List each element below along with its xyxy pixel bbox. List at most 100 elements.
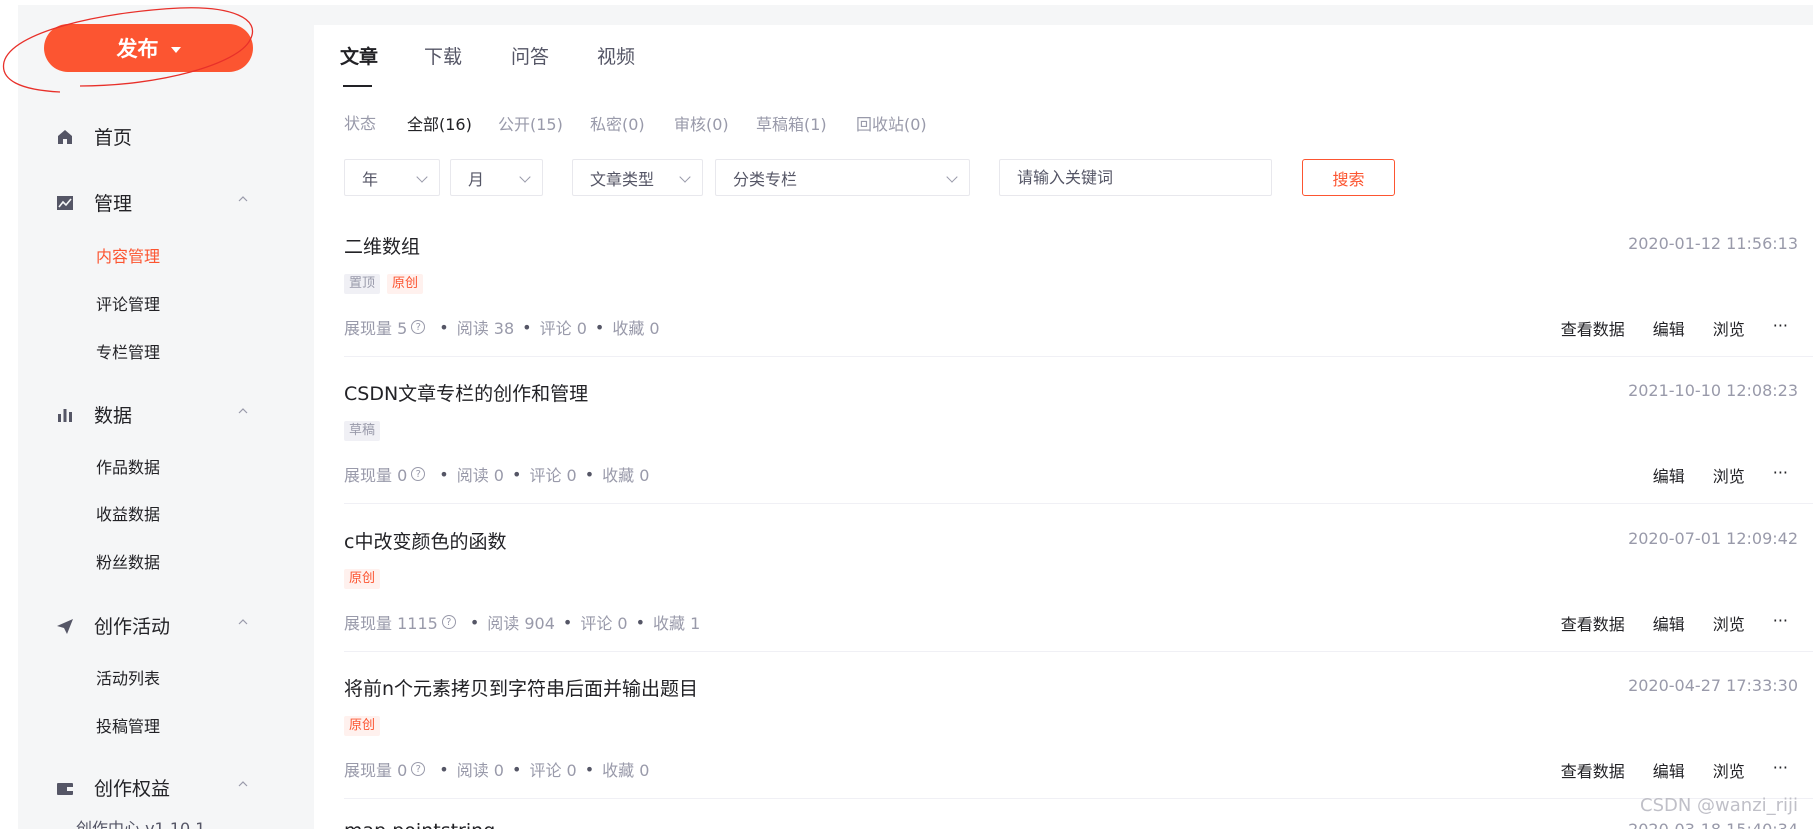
help-icon[interactable]: ? bbox=[411, 320, 426, 334]
chevron-down-icon bbox=[946, 171, 958, 183]
separator-dot: • bbox=[512, 464, 522, 484]
status-drafts[interactable]: 草稿箱(1) bbox=[756, 111, 827, 135]
chevron-up-icon[interactable] bbox=[237, 616, 249, 628]
search-button[interactable]: 搜索 bbox=[1302, 159, 1395, 196]
view-data-button[interactable]: 查看数据 bbox=[1561, 758, 1625, 782]
separator-dot: • bbox=[584, 759, 595, 779]
article-date: 2021-10-10 12:08:23 bbox=[1628, 381, 1798, 400]
tab-qa[interactable]: 问答 bbox=[511, 42, 549, 69]
browse-button[interactable]: 浏览 bbox=[1713, 611, 1745, 635]
sidebar-item-content-manage[interactable]: 内容管理 bbox=[96, 243, 160, 267]
view-data-button[interactable]: 查看数据 bbox=[1561, 611, 1625, 635]
status-label: 状态 bbox=[344, 114, 377, 133]
publish-button[interactable]: 发布 bbox=[44, 24, 253, 72]
browse-button[interactable]: 浏览 bbox=[1713, 758, 1745, 782]
sidebar-item-work-data[interactable]: 作品数据 bbox=[96, 454, 160, 478]
sidebar-item-label: 创作权益 bbox=[94, 778, 171, 800]
year-select-value: 年 bbox=[362, 169, 379, 189]
column-select[interactable]: 分类专栏 bbox=[715, 159, 970, 196]
sidebar-item-comment-manage[interactable]: 评论管理 bbox=[96, 291, 160, 315]
chevron-up-icon[interactable] bbox=[237, 193, 249, 205]
sidebar-group-manage[interactable]: 管理 bbox=[54, 189, 254, 216]
help-icon[interactable]: ? bbox=[441, 615, 456, 629]
article-row: c中改变颜色的函数 2020-07-01 12:09:42 原创 展现量 111… bbox=[344, 527, 1813, 675]
edit-button[interactable]: 编辑 bbox=[1653, 611, 1685, 635]
row-divider bbox=[344, 503, 1813, 504]
article-date-partial: 2020-03-18 15:40:34 bbox=[1628, 820, 1798, 829]
publish-label: 发布 bbox=[116, 38, 159, 61]
browse-button[interactable]: 浏览 bbox=[1713, 316, 1745, 340]
reads: 阅读 0 bbox=[456, 466, 504, 485]
column-select-value: 分类专栏 bbox=[733, 169, 798, 189]
article-actions: 查看数据 编辑 浏览 ··· bbox=[1561, 758, 1788, 782]
sidebar-item-home[interactable]: 首页 bbox=[54, 123, 254, 150]
favorites: 收藏 1 bbox=[653, 614, 701, 633]
sidebar-item-income-data[interactable]: 收益数据 bbox=[96, 501, 160, 525]
article-type-select[interactable]: 文章类型 bbox=[572, 159, 703, 196]
year-select[interactable]: 年 bbox=[344, 159, 440, 196]
sidebar-item-label: 管理 bbox=[94, 193, 133, 215]
tag-original: 原创 bbox=[344, 569, 381, 589]
status-all[interactable]: 全部(16) bbox=[407, 111, 472, 135]
separator-dot: • bbox=[635, 612, 646, 632]
article-row: CSDN文章专栏的创作和管理 2021-10-10 12:08:23 草稿 展现… bbox=[344, 379, 1813, 527]
tab-article[interactable]: 文章 bbox=[340, 42, 378, 69]
keyword-search-input[interactable] bbox=[999, 159, 1272, 196]
more-icon[interactable]: ··· bbox=[1773, 463, 1788, 487]
separator-dot: • bbox=[594, 317, 605, 337]
status-public[interactable]: 公开(15) bbox=[498, 111, 563, 135]
tab-video[interactable]: 视频 bbox=[597, 42, 635, 69]
article-title-partial[interactable]: map pointstring bbox=[344, 820, 495, 829]
more-icon[interactable]: ··· bbox=[1773, 758, 1788, 782]
edit-button[interactable]: 编辑 bbox=[1653, 758, 1685, 782]
comments: 评论 0 bbox=[529, 761, 577, 780]
article-tags: 原创 bbox=[344, 569, 381, 589]
status-private[interactable]: 私密(0) bbox=[590, 111, 645, 135]
month-select[interactable]: 月 bbox=[450, 159, 543, 196]
sidebar-item-column-manage[interactable]: 专栏管理 bbox=[96, 339, 160, 363]
edit-button[interactable]: 编辑 bbox=[1653, 463, 1685, 487]
sidebar-item-fans-data[interactable]: 粉丝数据 bbox=[96, 549, 160, 573]
sidebar-item-label: 创作活动 bbox=[94, 616, 171, 638]
sidebar-item-activity-list[interactable]: 活动列表 bbox=[96, 665, 160, 689]
tag-original: 原创 bbox=[344, 716, 381, 736]
favorites: 收藏 0 bbox=[602, 761, 650, 780]
edit-button[interactable]: 编辑 bbox=[1653, 316, 1685, 340]
help-icon[interactable]: ? bbox=[411, 467, 426, 481]
separator-dot: • bbox=[584, 464, 595, 484]
chevron-down-icon bbox=[679, 171, 691, 183]
comments: 评论 0 bbox=[539, 319, 587, 338]
month-select-value: 月 bbox=[468, 169, 485, 189]
sidebar-item-submission-manage[interactable]: 投稿管理 bbox=[96, 713, 160, 737]
article-title[interactable]: c中改变颜色的函数 bbox=[344, 527, 506, 554]
chevron-down-icon bbox=[519, 171, 531, 183]
sidebar-group-rights[interactable]: 创作权益 bbox=[54, 774, 254, 801]
article-title[interactable]: 将前n个元素拷贝到字符串后面并输出题目 bbox=[344, 674, 698, 701]
separator-dot: • bbox=[469, 612, 480, 632]
help-icon[interactable]: ? bbox=[411, 762, 426, 776]
more-icon[interactable]: ··· bbox=[1773, 316, 1788, 340]
article-date: 2020-04-27 17:33:30 bbox=[1628, 676, 1798, 695]
separator-dot: • bbox=[512, 759, 522, 779]
top-strip bbox=[314, 5, 1813, 25]
version-label: 创作中心 v1.10.1 bbox=[76, 819, 206, 829]
article-row: 二维数组 2020-01-12 11:56:13 置顶 原创 展现量 5 ? •… bbox=[344, 232, 1813, 380]
chevron-down-icon bbox=[416, 171, 428, 183]
tab-download[interactable]: 下载 bbox=[424, 42, 462, 69]
chevron-up-icon[interactable] bbox=[237, 778, 249, 790]
status-review[interactable]: 审核(0) bbox=[674, 111, 729, 135]
article-date: 2020-07-01 12:09:42 bbox=[1628, 529, 1798, 548]
tag-pinned: 置顶 bbox=[344, 274, 381, 294]
view-data-button[interactable]: 查看数据 bbox=[1561, 316, 1625, 340]
browse-button[interactable]: 浏览 bbox=[1713, 463, 1745, 487]
status-recycle-bin[interactable]: 回收站(0) bbox=[856, 111, 927, 135]
article-title[interactable]: 二维数组 bbox=[344, 232, 420, 259]
sidebar-group-data[interactable]: 数据 bbox=[54, 401, 254, 428]
reads: 阅读 38 bbox=[456, 319, 515, 338]
comments: 评论 0 bbox=[529, 466, 577, 485]
article-title[interactable]: CSDN文章专栏的创作和管理 bbox=[344, 379, 588, 406]
sidebar-group-activity[interactable]: 创作活动 bbox=[54, 612, 254, 639]
more-icon[interactable]: ··· bbox=[1773, 611, 1788, 635]
chevron-up-icon[interactable] bbox=[237, 405, 249, 417]
article-type-select-value: 文章类型 bbox=[590, 169, 655, 189]
